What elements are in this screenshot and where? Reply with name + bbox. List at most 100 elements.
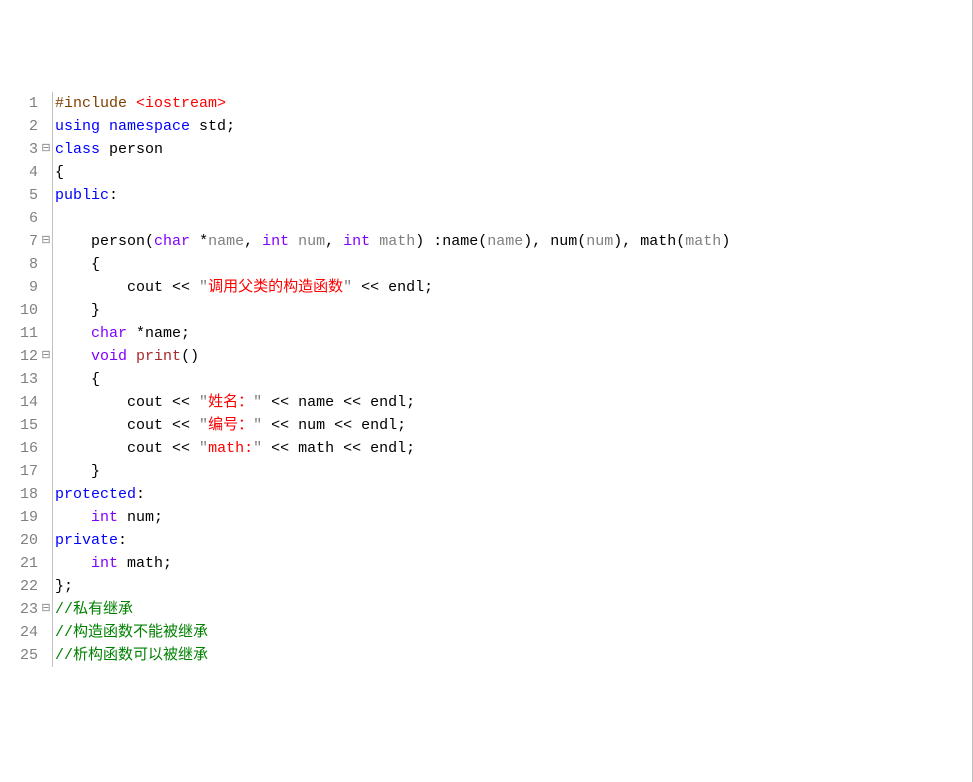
token-punct: [55, 348, 91, 365]
fold-spacer: [40, 621, 52, 644]
code-line[interactable]: {: [55, 368, 972, 391]
token-punct: ) :name(: [415, 233, 487, 250]
token-punct: {: [55, 256, 100, 273]
token-punct: ): [721, 233, 730, 250]
fold-spacer: [40, 414, 52, 437]
fold-spacer: [40, 253, 52, 276]
token-punct: :: [136, 486, 145, 503]
token-punct: << num << endl: [262, 417, 397, 434]
code-editor[interactable]: 1234567891011121314151617181920212223242…: [0, 92, 972, 667]
token-punct: ;: [406, 440, 415, 457]
token-punct: <<: [172, 279, 199, 296]
token-punct: ;: [226, 118, 235, 135]
line-number: 19: [0, 506, 38, 529]
token-param: math: [685, 233, 721, 250]
token-punct: {: [55, 164, 64, 181]
fold-spacer: [40, 299, 52, 322]
code-line[interactable]: [55, 207, 972, 230]
fold-toggle-icon[interactable]: ⊟: [40, 138, 52, 161]
token-strred: 姓名：: [208, 394, 253, 411]
fold-spacer: [40, 529, 52, 552]
token-punct: ,: [325, 233, 343, 250]
fold-spacer: [40, 207, 52, 230]
token-punct: *name: [127, 325, 181, 342]
token-type: void: [91, 348, 127, 365]
code-line[interactable]: }: [55, 460, 972, 483]
token-punct: [55, 555, 91, 572]
fold-spacer: [40, 161, 52, 184]
line-number: 15: [0, 414, 38, 437]
token-punct: num: [118, 509, 154, 526]
line-number: 9: [0, 276, 38, 299]
line-number: 17: [0, 460, 38, 483]
token-string: ": [253, 394, 262, 411]
line-number: 2: [0, 115, 38, 138]
code-line[interactable]: protected:: [55, 483, 972, 506]
token-punct: << math << endl: [262, 440, 406, 457]
fold-toggle-icon[interactable]: ⊟: [40, 598, 52, 621]
code-line[interactable]: cout << "调用父类的构造函数" << endl;: [55, 276, 972, 299]
code-line[interactable]: public:: [55, 184, 972, 207]
token-type: char: [91, 325, 127, 342]
code-line[interactable]: cout << "math:" << math << endl;: [55, 437, 972, 460]
fold-spacer: [40, 92, 52, 115]
code-area[interactable]: #include <iostream>using namespace std;c…: [52, 92, 972, 667]
token-punct: *: [190, 233, 208, 250]
line-number: 22: [0, 575, 38, 598]
code-line[interactable]: //析构函数可以被继承: [55, 644, 972, 667]
line-number: 5: [0, 184, 38, 207]
fold-spacer: [40, 184, 52, 207]
fold-spacer: [40, 368, 52, 391]
fold-column[interactable]: ⊟ ⊟ ⊟ ⊟: [40, 92, 52, 667]
token-punct: ;: [397, 417, 406, 434]
fold-toggle-icon[interactable]: ⊟: [40, 345, 52, 368]
code-line[interactable]: private:: [55, 529, 972, 552]
token-punct: cout: [55, 394, 172, 411]
code-line[interactable]: person(char *name, int num, int math) :n…: [55, 230, 972, 253]
token-string: ": [253, 417, 262, 434]
code-line[interactable]: int math;: [55, 552, 972, 575]
fold-spacer: [40, 552, 52, 575]
line-number: 7: [0, 230, 38, 253]
token-punct: ;: [424, 279, 433, 296]
code-line[interactable]: cout << "编号：" << num << endl;: [55, 414, 972, 437]
line-number: 10: [0, 299, 38, 322]
code-line[interactable]: using namespace std;: [55, 115, 972, 138]
code-line[interactable]: #include <iostream>: [55, 92, 972, 115]
code-line[interactable]: {: [55, 161, 972, 184]
line-number: 14: [0, 391, 38, 414]
token-ident: person: [109, 141, 163, 158]
token-punct: << endl: [352, 279, 424, 296]
line-number: 1: [0, 92, 38, 115]
code-line[interactable]: //私有继承: [55, 598, 972, 621]
line-number: 3: [0, 138, 38, 161]
code-line[interactable]: cout << "姓名：" << name << endl;: [55, 391, 972, 414]
token-strred: 编号：: [208, 417, 253, 434]
fold-spacer: [40, 644, 52, 667]
token-type: char: [154, 233, 190, 250]
fold-toggle-icon[interactable]: ⊟: [40, 230, 52, 253]
token-punct: ;: [406, 394, 415, 411]
token-punct: ), num(: [523, 233, 586, 250]
line-number: 13: [0, 368, 38, 391]
line-number: 8: [0, 253, 38, 276]
code-line[interactable]: void print(): [55, 345, 972, 368]
code-line[interactable]: int num;: [55, 506, 972, 529]
token-punct: std: [190, 118, 226, 135]
token-strred: math:: [208, 440, 253, 457]
token-punct: (: [145, 233, 154, 250]
token-type: int: [91, 555, 118, 572]
code-line[interactable]: };: [55, 575, 972, 598]
token-strred: 调用父类的构造函数: [208, 279, 343, 296]
token-punct: [127, 348, 136, 365]
token-punct: [55, 509, 91, 526]
token-type: int: [91, 509, 118, 526]
code-line[interactable]: {: [55, 253, 972, 276]
code-line[interactable]: }: [55, 299, 972, 322]
token-string: ": [343, 279, 352, 296]
code-line[interactable]: class person: [55, 138, 972, 161]
token-punct: [100, 118, 109, 135]
code-line[interactable]: char *name;: [55, 322, 972, 345]
token-type: int: [343, 233, 370, 250]
code-line[interactable]: //构造函数不能被继承: [55, 621, 972, 644]
